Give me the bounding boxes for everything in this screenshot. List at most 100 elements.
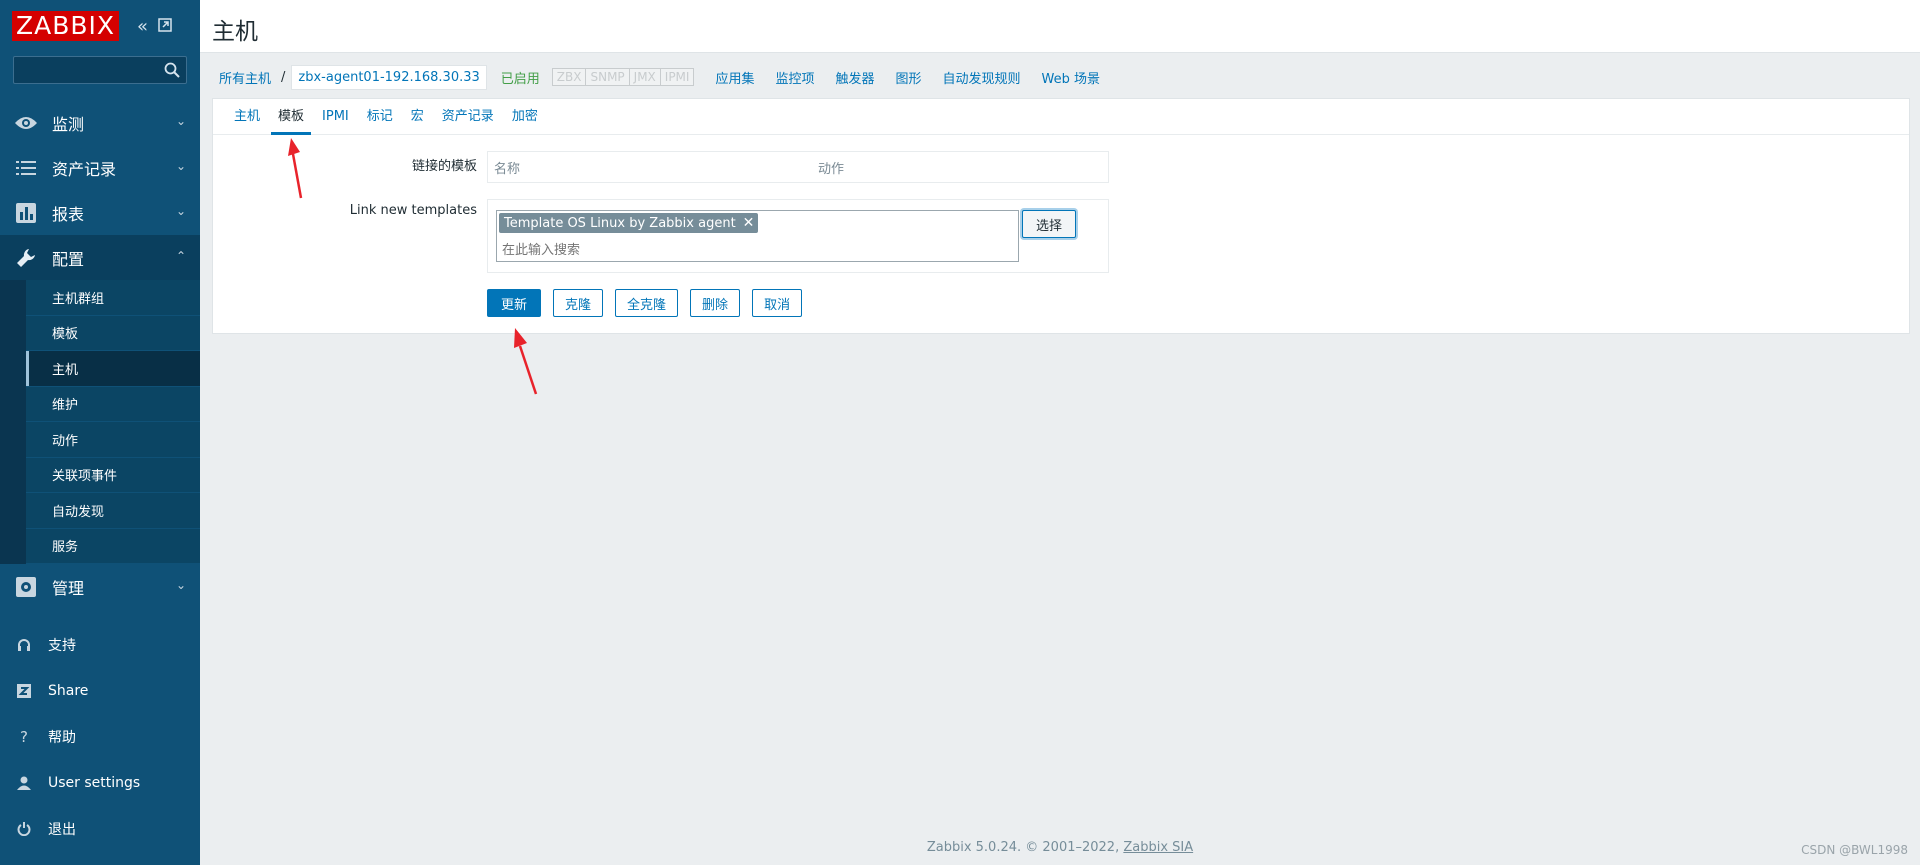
menu-label: 配置 [52, 249, 85, 269]
column-header-name: 名称 [494, 161, 521, 177]
menu-label: Share [48, 683, 89, 699]
link-new-templates-box: Template OS Linux by Zabbix agent ✕ 选择 [487, 199, 1109, 273]
availability-indicators: ZBX SNMP JMX IPMI [551, 68, 695, 86]
zabbix-share-icon [14, 681, 34, 701]
watermark: CSDN @BWL1998 [1801, 843, 1908, 857]
submenu-item-services[interactable]: 服务 [26, 528, 200, 564]
link-discovery-rules[interactable]: 自动发现规则 [943, 68, 1021, 87]
remove-chip-icon[interactable]: ✕ [743, 215, 755, 231]
page-title: 主机 [212, 19, 258, 45]
availability-jmx: JMX [629, 69, 661, 85]
chevron-up-icon: ⌃ [175, 249, 186, 263]
submenu-item-event-correlation[interactable]: 关联项事件 [26, 457, 200, 493]
menu-item-help[interactable]: ? 帮助 [0, 714, 200, 760]
menu-label: 资产记录 [52, 159, 117, 179]
collapse-sidebar-icon[interactable]: « [137, 16, 148, 37]
page-header: 主机 [200, 0, 1920, 53]
tab-tags[interactable]: 标记 [358, 105, 402, 134]
eye-icon [14, 111, 38, 135]
tab-macros[interactable]: 宏 [402, 105, 433, 134]
full-clone-button[interactable]: 全克隆 [615, 289, 679, 317]
link-graphs[interactable]: 图形 [896, 68, 922, 87]
submenu-item-hosts[interactable]: 主机 [26, 351, 200, 387]
clone-button[interactable]: 克隆 [553, 289, 604, 317]
sidebar: ZABBIX « 监测 ⌄ 资产记录 ⌄ 报表 ⌄ 配置 ⌃ 主机群组 模板 主… [0, 0, 200, 865]
column-header-action: 动作 [818, 161, 845, 177]
tab-encryption[interactable]: 加密 [503, 105, 547, 134]
template-multiselect[interactable]: Template OS Linux by Zabbix agent ✕ [496, 210, 1019, 262]
sidebar-controls: « [137, 16, 172, 37]
annotation-arrow-templates-tab [288, 138, 303, 199]
list-icon [14, 156, 38, 180]
chip-label: Template OS Linux by Zabbix agent [504, 215, 736, 231]
footer: Zabbix 5.0.24. © 2001–2022, Zabbix SIA [200, 840, 1920, 855]
host-form-panel: 主机 模板 IPMI 标记 宏 资产记录 加密 链接的模板 名称 动作 Link… [212, 98, 1910, 334]
availability-zbx: ZBX [552, 69, 587, 85]
logo-row: ZABBIX « [0, 0, 200, 52]
menu-item-monitoring[interactable]: 监测 ⌄ [0, 100, 200, 145]
wrench-icon [14, 246, 38, 270]
footer-link[interactable]: Zabbix SIA [1123, 840, 1193, 855]
chevron-down-icon: ⌄ [175, 114, 186, 128]
link-items[interactable]: 监控项 [775, 68, 814, 87]
breadcrumb-all-hosts[interactable]: 所有主机 [211, 68, 279, 87]
kiosk-mode-icon[interactable] [158, 16, 172, 37]
zabbix-logo[interactable]: ZABBIX [12, 11, 120, 41]
annotation-arrow-update-button [514, 328, 538, 395]
search-icon[interactable] [164, 62, 180, 78]
menu-item-configuration[interactable]: 配置 ⌃ [0, 235, 200, 280]
link-triggers[interactable]: 触发器 [835, 68, 874, 87]
power-icon [14, 819, 34, 839]
availability-snmp: SNMP [586, 69, 630, 85]
menu-item-inventory[interactable]: 资产记录 ⌄ [0, 145, 200, 190]
chart-icon [14, 201, 38, 225]
menu-label: 支持 [48, 638, 76, 654]
form-tabs: 主机 模板 IPMI 标记 宏 资产记录 加密 [213, 99, 1909, 135]
tab-inventory[interactable]: 资产记录 [433, 105, 503, 134]
link-new-templates-label: Link new templates [349, 203, 477, 218]
cancel-button[interactable]: 取消 [752, 289, 803, 317]
host-status-enabled[interactable]: 已启用 [501, 68, 540, 87]
tab-templates[interactable]: 模板 [269, 105, 313, 135]
headset-icon [14, 635, 34, 655]
tab-host[interactable]: 主机 [225, 105, 269, 134]
footer-text: Zabbix 5.0.24. © 2001–2022, [926, 840, 1124, 855]
submenu-item-discovery[interactable]: 自动发现 [26, 493, 200, 529]
select-template-button[interactable]: 选择 [1022, 210, 1076, 238]
menu-label: User settings [48, 775, 141, 791]
menu-item-administration[interactable]: 管理 ⌄ [0, 564, 200, 609]
menu-label: 帮助 [48, 730, 76, 746]
template-search-input[interactable] [502, 239, 1002, 259]
submenu-item-templates[interactable]: 模板 [26, 315, 200, 351]
menu-item-sign-out[interactable]: 退出 [0, 806, 200, 852]
gear-icon [14, 575, 38, 599]
breadcrumb-separator: / [281, 69, 286, 85]
menu-item-reports[interactable]: 报表 ⌄ [0, 190, 200, 235]
menu-label: 管理 [52, 578, 85, 598]
sidebar-search-input[interactable] [14, 57, 186, 83]
main-menu: 监测 ⌄ 资产记录 ⌄ 报表 ⌄ 配置 ⌃ 主机群组 模板 主机 维护 动作 关… [0, 100, 200, 609]
menu-label: 监测 [52, 114, 85, 134]
menu-item-share[interactable]: Share [0, 668, 200, 714]
submenu-item-actions[interactable]: 动作 [26, 422, 200, 458]
chevron-down-icon: ⌄ [175, 159, 186, 173]
menu-label: 退出 [48, 822, 76, 838]
menu-item-user-settings[interactable]: User settings [0, 760, 200, 806]
menu-item-support[interactable]: 支持 [0, 622, 200, 668]
availability-ipmi: IPMI [660, 69, 694, 85]
delete-button[interactable]: 删除 [690, 289, 741, 317]
menu-label: 报表 [52, 204, 85, 224]
link-web-scenarios[interactable]: Web 场景 [1042, 68, 1100, 87]
submenu-item-host-groups[interactable]: 主机群组 [26, 280, 200, 316]
host-navigation: 所有主机 / zbx-agent01-192.168.30.33 已启用 ZBX… [211, 63, 1100, 91]
update-button[interactable]: 更新 [487, 289, 542, 317]
form-buttons: 更新 克隆 全克隆 删除 取消 [487, 289, 803, 317]
submenu-item-maintenance[interactable]: 维护 [26, 386, 200, 422]
chevron-down-icon: ⌄ [175, 578, 186, 592]
tab-ipmi[interactable]: IPMI [313, 109, 358, 134]
selected-template-chip: Template OS Linux by Zabbix agent ✕ [499, 213, 759, 233]
breadcrumb-current-host[interactable]: zbx-agent01-192.168.30.33 [291, 64, 487, 90]
config-submenu: 主机群组 模板 主机 维护 动作 关联项事件 自动发现 服务 [0, 280, 200, 564]
sidebar-search [13, 56, 187, 84]
link-applications[interactable]: 应用集 [715, 68, 754, 87]
